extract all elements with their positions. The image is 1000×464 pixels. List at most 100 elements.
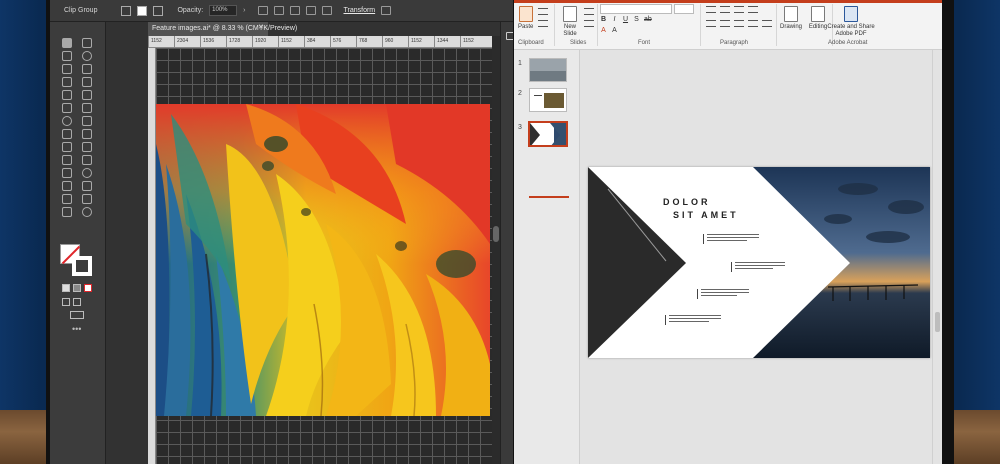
pencil-tool-icon[interactable] [62,103,72,113]
feather-artwork[interactable] [156,104,490,416]
slide-bullet-block[interactable] [731,262,785,272]
width-tool-icon[interactable] [62,129,72,139]
copy-icon[interactable] [538,20,548,27]
lasso-tool-icon[interactable] [82,51,92,61]
bold-icon[interactable]: B [600,16,607,23]
slide-thumbnail[interactable]: 2 [514,88,580,114]
line-tool-icon[interactable] [82,77,92,87]
ruler-tick: 960 [382,36,408,47]
scroll-thumb[interactable] [935,312,940,332]
curvature-tool-icon[interactable] [82,64,92,74]
recolor-icon[interactable] [121,5,132,16]
gradient-mode-icon[interactable] [73,284,81,292]
align-center-icon[interactable] [720,20,730,27]
drawing-label: Drawing [779,24,802,30]
type-tool-icon[interactable] [62,77,72,87]
thumbnail-image [529,122,567,146]
slide-bullet-block[interactable] [703,234,759,244]
eyedropper-tool-icon[interactable] [62,168,72,178]
panel-menu-icon[interactable] [506,32,513,40]
magic-wand-tool-icon[interactable] [62,51,72,61]
slide-title[interactable]: DOLOR SIT AMET [663,196,739,222]
cut-icon[interactable] [538,8,548,15]
eraser-tool-icon[interactable] [82,103,92,113]
draw-behind-icon[interactable] [73,298,81,306]
line-spacing-icon[interactable] [748,6,758,13]
blend-tool-icon[interactable] [82,168,92,178]
columns-icon[interactable] [762,20,772,27]
selection-tool-icon[interactable] [62,38,72,48]
document-tab[interactable]: Feature images.ai* @ 8.33 % (CMYK/Previe… [148,22,297,36]
hand-tool-icon[interactable] [62,207,72,217]
none-mode-icon[interactable] [84,284,92,292]
shape-builder-tool-icon[interactable] [62,142,72,152]
more-tools-icon[interactable]: ••• [72,324,81,334]
slide-thumbnail[interactable]: 1 [514,58,580,84]
rotate-tool-icon[interactable] [62,116,72,126]
gradient-tool-icon[interactable] [82,155,92,165]
paste-button[interactable]: Paste [518,6,533,31]
fill-swatch[interactable] [137,5,148,16]
artboard-tool-icon[interactable] [62,194,72,204]
fill-stroke-widget[interactable] [60,244,94,278]
direct-selection-tool-icon[interactable] [82,38,92,48]
stroke-swatch[interactable] [153,5,164,16]
highlight-icon[interactable]: A [611,27,618,34]
bullets-icon[interactable] [706,6,716,13]
symbol-sprayer-tool-icon[interactable] [62,181,72,191]
stroke-swatch-large[interactable] [72,256,92,276]
align-right-icon[interactable] [734,20,744,27]
free-transform-tool-icon[interactable] [82,129,92,139]
drawing-button[interactable]: Drawing [778,6,804,31]
align-center-icon[interactable] [289,6,300,15]
paste-icon [518,6,533,22]
bullet-text-placeholder [701,289,749,299]
canvas-scrollbar[interactable] [492,36,500,464]
close-tab-icon[interactable]: ✕ [258,24,266,32]
align-right-icon[interactable] [305,6,316,15]
bullet-marker [665,315,666,325]
align-left-icon[interactable] [273,6,284,15]
distribute-icon[interactable] [321,6,332,15]
chevron-right-icon[interactable]: › [243,7,245,14]
slide-bullet-block[interactable] [697,289,749,299]
slide-thumbnail-selected[interactable]: 3 [514,122,580,148]
transform-link[interactable]: Transform [344,7,376,14]
slide-scrollbar[interactable] [932,50,942,464]
font-name-box[interactable] [600,4,672,14]
perspective-grid-tool-icon[interactable] [82,142,92,152]
create-share-label: Create and Share Adobe PDF [827,24,875,37]
current-slide[interactable]: DOLOR SIT AMET [588,167,930,358]
rectangle-tool-icon[interactable] [62,90,72,100]
column-graph-tool-icon[interactable] [82,181,92,191]
opacity-field[interactable]: 100% [209,5,238,16]
slice-tool-icon[interactable] [82,194,92,204]
font-size-box[interactable] [674,4,694,14]
shadow-icon[interactable]: S [633,16,640,23]
create-share-pdf-button[interactable]: Create and Share Adobe PDF [826,6,876,38]
mesh-tool-icon[interactable] [62,155,72,165]
isolate-icon[interactable] [381,6,392,15]
italic-icon[interactable]: I [611,16,618,23]
color-mode-icon[interactable] [62,284,70,292]
scale-tool-icon[interactable] [82,116,92,126]
layout-icon[interactable] [584,8,594,15]
strikethrough-icon[interactable]: ab [644,16,652,23]
paintbrush-tool-icon[interactable] [82,90,92,100]
scroll-thumb[interactable] [493,226,499,242]
slide-bullet-block[interactable] [665,315,721,325]
screen-mode-icon[interactable] [70,311,84,319]
pen-tool-icon[interactable] [62,64,72,74]
reset-icon[interactable] [584,20,594,27]
numbering-icon[interactable] [720,6,730,13]
font-color-icon[interactable]: A [600,27,607,34]
justify-icon[interactable] [748,20,758,27]
indent-icon[interactable] [734,6,744,13]
new-slide-label: New Slide [563,24,577,37]
style-icon[interactable] [257,6,268,15]
align-left-icon[interactable] [706,20,716,27]
new-slide-button[interactable]: New Slide [558,6,582,38]
draw-normal-icon[interactable] [62,298,70,306]
underline-icon[interactable]: U [622,16,629,23]
zoom-tool-icon[interactable] [82,207,92,217]
